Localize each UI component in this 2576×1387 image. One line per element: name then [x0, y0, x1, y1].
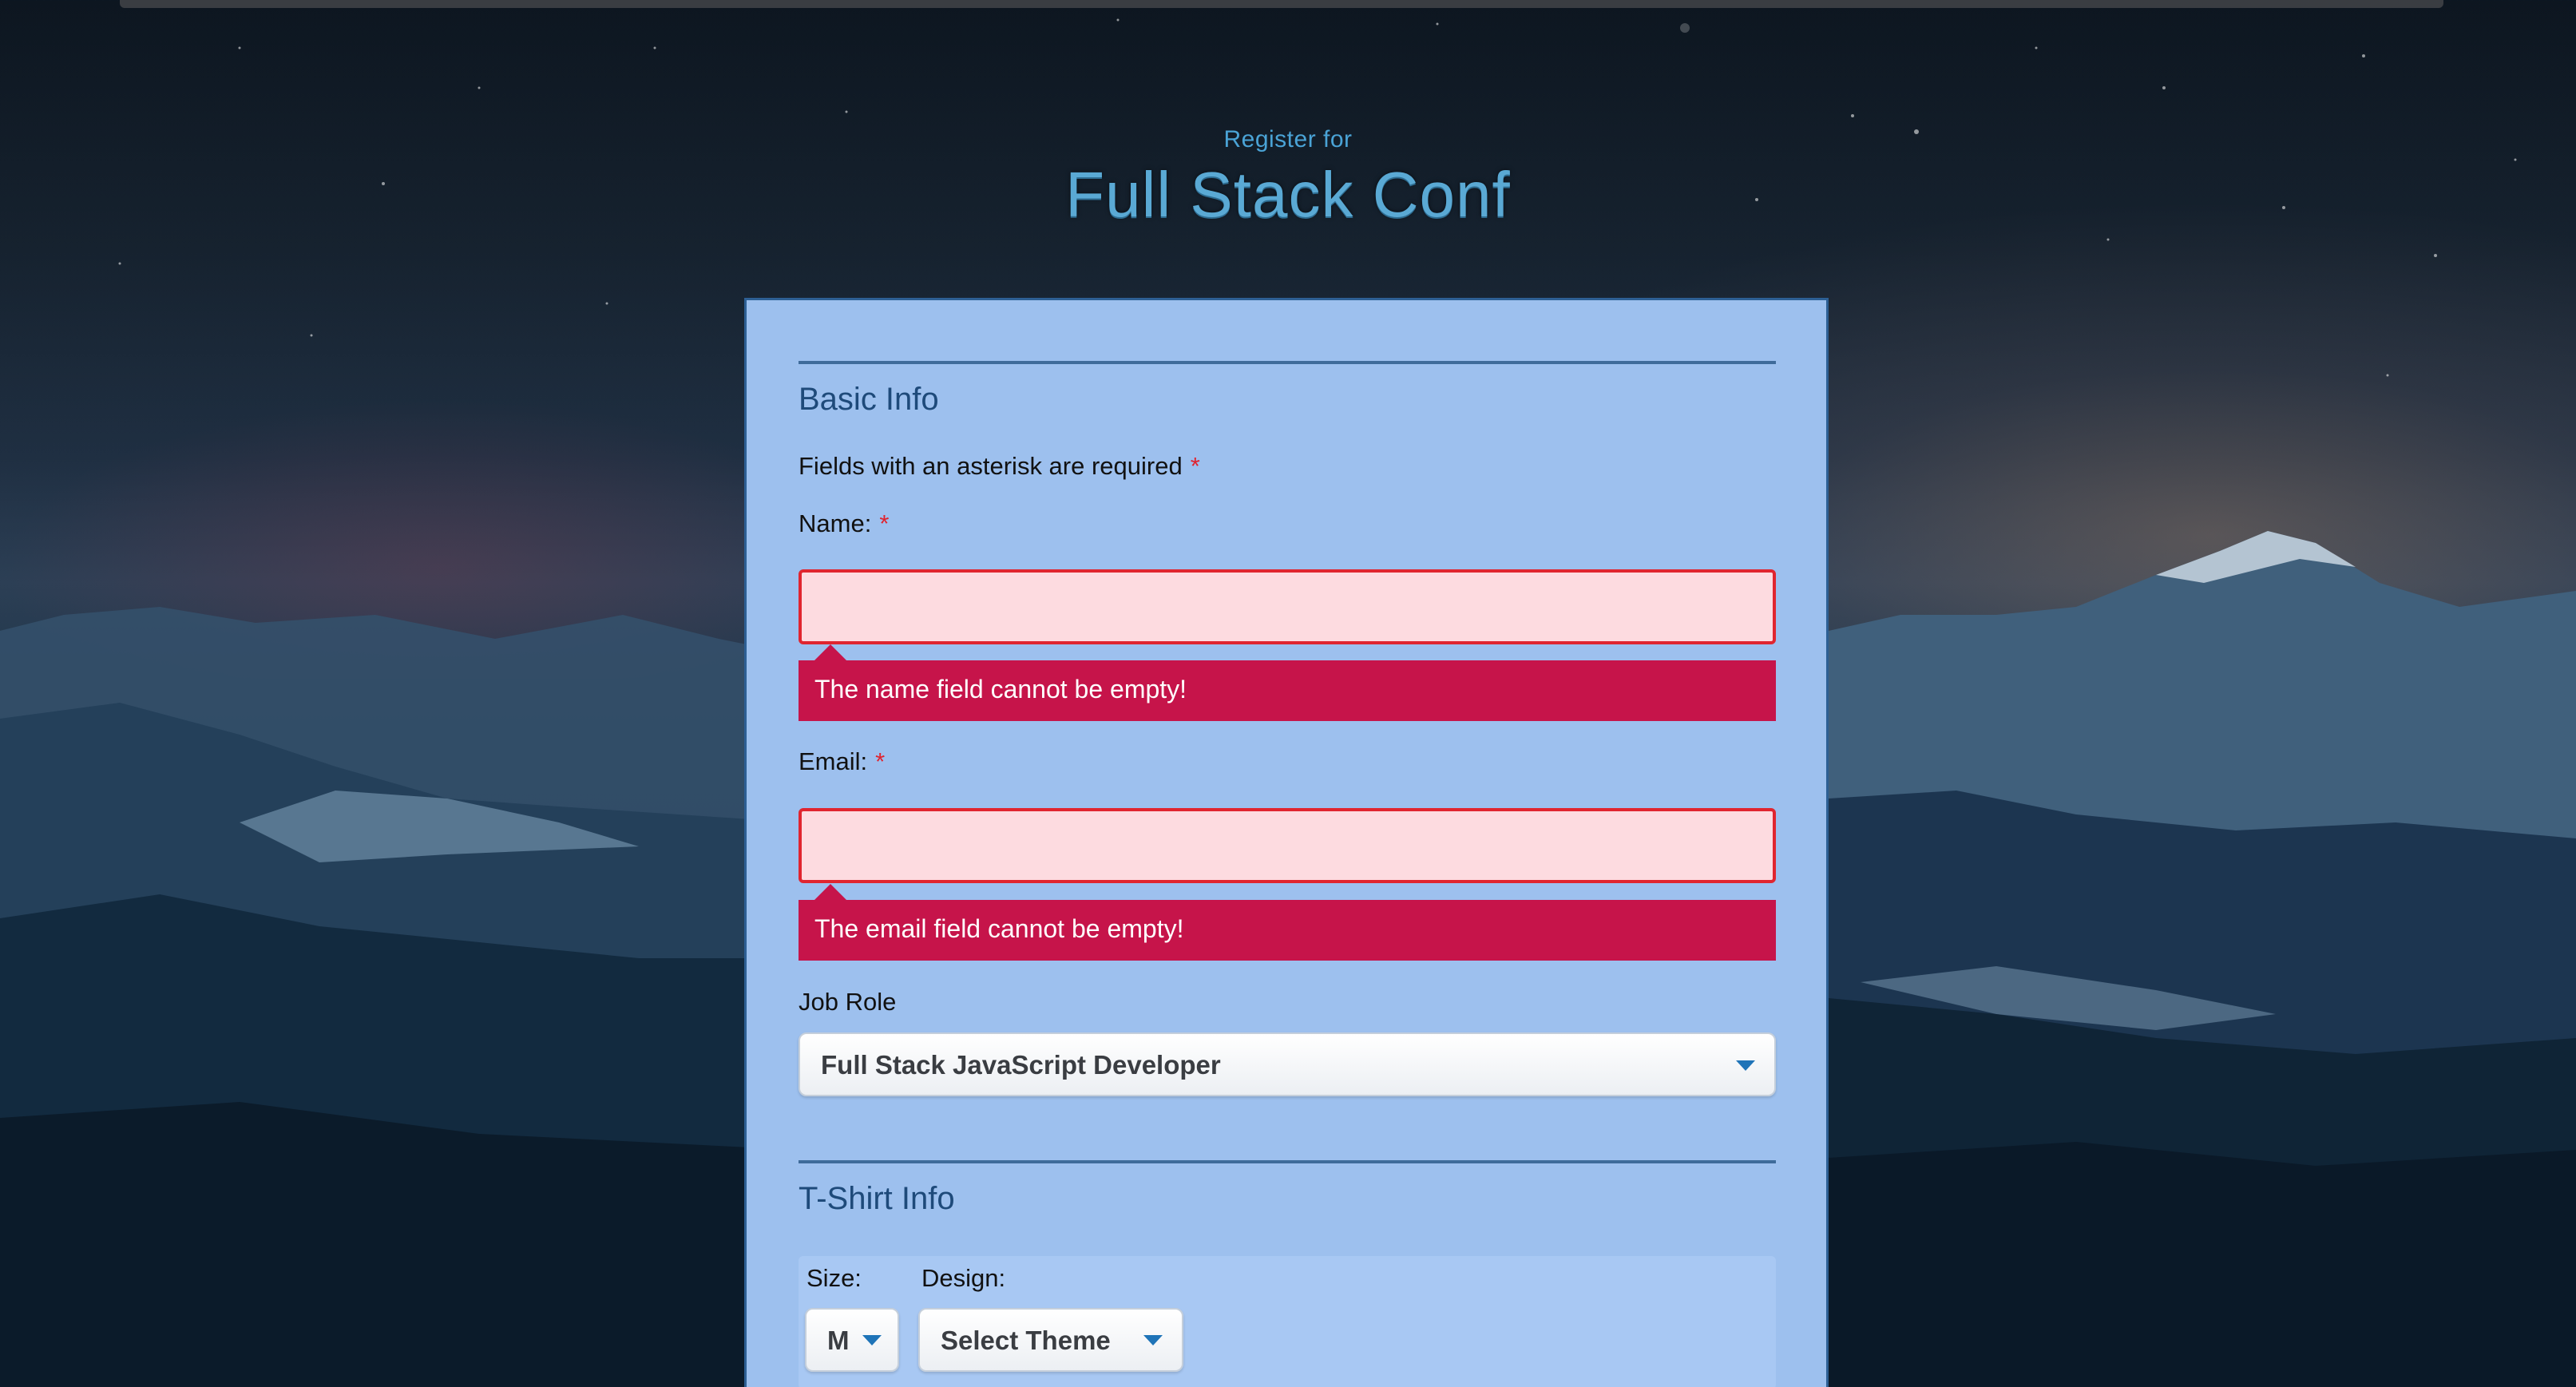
basic-info-divider: [799, 361, 1776, 364]
page-header: Register for Full Stack Conf: [0, 126, 2576, 232]
caret-down-icon: [1736, 1060, 1755, 1071]
conference-title: Full Stack Conf: [1065, 159, 1511, 230]
required-fields-note: Fields with an asterisk are required *: [799, 452, 1200, 481]
caret-down-icon: [1143, 1335, 1163, 1345]
required-note-text: Fields with an asterisk are required: [799, 452, 1183, 480]
register-for-text: Register for: [1223, 126, 1353, 153]
tshirt-info-divider: [799, 1160, 1776, 1163]
email-label: Email: *: [799, 747, 885, 776]
required-asterisk: *: [1190, 452, 1200, 480]
registration-form: Basic Info Fields with an asterisk are r…: [744, 298, 1829, 1387]
job-role-label: Job Role: [799, 988, 897, 1016]
name-input[interactable]: [799, 569, 1776, 644]
design-select[interactable]: Select Theme: [918, 1308, 1183, 1372]
name-required-asterisk: *: [879, 509, 890, 537]
design-label: Design:: [921, 1264, 1006, 1292]
email-required-asterisk: *: [875, 747, 886, 775]
email-error-message: The email field cannot be empty!: [799, 884, 1776, 961]
size-selected: M: [827, 1326, 850, 1355]
name-label-text: Name:: [799, 509, 872, 537]
design-selected: Select Theme: [941, 1326, 1111, 1355]
name-label: Name: *: [799, 509, 889, 538]
size-label: Size:: [806, 1264, 862, 1292]
caret-down-icon: [862, 1335, 882, 1345]
tshirt-options-panel: Size: Design: M Select Theme: [799, 1256, 1776, 1387]
email-label-text: Email:: [799, 747, 868, 775]
email-input[interactable]: [799, 808, 1776, 883]
name-error-message: The name field cannot be empty!: [799, 644, 1776, 721]
browser-top-bar: [120, 0, 2443, 8]
job-role-selected: Full Stack JavaScript Developer: [821, 1050, 1221, 1080]
job-role-select[interactable]: Full Stack JavaScript Developer: [799, 1032, 1776, 1096]
basic-info-heading: Basic Info: [799, 382, 939, 417]
tshirt-info-heading: T-Shirt Info: [799, 1181, 955, 1216]
size-select[interactable]: M: [805, 1308, 899, 1372]
